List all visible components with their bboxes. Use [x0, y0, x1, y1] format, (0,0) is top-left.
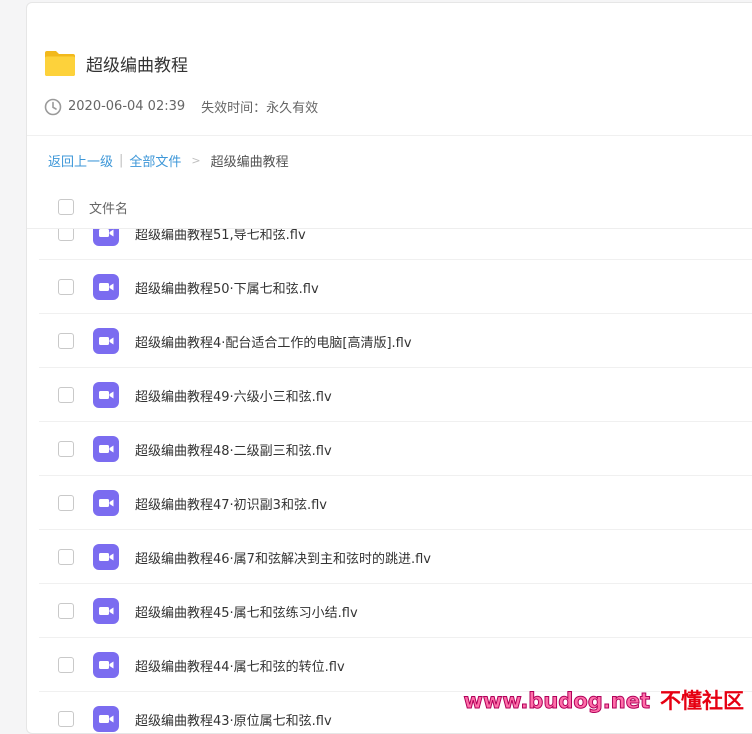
all-files-link[interactable]: 全部文件: [129, 151, 181, 170]
file-row[interactable]: 超级编曲教程51,导七和弦.flv: [27, 229, 752, 260]
page-title: 超级编曲教程: [86, 51, 188, 76]
video-file-icon: [93, 328, 119, 354]
breadcrumb-separator: |: [119, 153, 123, 168]
row-checkbox[interactable]: [58, 229, 74, 241]
file-name[interactable]: 超级编曲教程51,导七和弦.flv: [135, 229, 306, 243]
file-row[interactable]: 超级编曲教程48·二级副三和弦.flv: [27, 422, 752, 476]
video-file-icon: [93, 706, 119, 732]
share-panel: 超级编曲教程 2020-06-04 02:39 失效时间：永久有效 返回上一级 …: [26, 2, 752, 734]
row-checkbox[interactable]: [58, 441, 74, 457]
row-checkbox[interactable]: [58, 549, 74, 565]
file-name[interactable]: 超级编曲教程46·属7和弦解决到主和弦时的跳进.flv: [135, 548, 431, 567]
row-checkbox[interactable]: [58, 495, 74, 511]
row-checkbox[interactable]: [58, 603, 74, 619]
file-row[interactable]: 超级编曲教程50·下属七和弦.flv: [27, 260, 752, 314]
video-file-icon: [93, 229, 119, 246]
row-checkbox[interactable]: [58, 333, 74, 349]
file-row[interactable]: 超级编曲教程4·配台适合工作的电脑[高清版].flv: [27, 314, 752, 368]
file-row[interactable]: 超级编曲教程45·属七和弦练习小结.flv: [27, 584, 752, 638]
file-list[interactable]: 超级编曲教程51,导七和弦.flv 超级编曲教程50·下属七和弦.flv 超级编曲教…: [27, 229, 752, 734]
file-row[interactable]: 超级编曲教程46·属7和弦解决到主和弦时的跳进.flv: [27, 530, 752, 584]
video-file-icon: [93, 598, 119, 624]
header-divider: [27, 135, 752, 136]
select-all-checkbox[interactable]: [58, 199, 74, 215]
video-file-icon: [93, 436, 119, 462]
chevron-right-icon: >: [191, 154, 200, 167]
row-checkbox[interactable]: [58, 279, 74, 295]
video-file-icon: [93, 490, 119, 516]
created-time: 2020-06-04 02:39: [68, 99, 185, 114]
row-checkbox[interactable]: [58, 657, 74, 673]
file-list-header: 文件名: [27, 184, 752, 229]
row-checkbox[interactable]: [58, 387, 74, 403]
folder-header: 超级编曲教程: [44, 47, 188, 79]
file-name[interactable]: 超级编曲教程44·属七和弦的转位.flv: [135, 656, 345, 675]
file-list-content: 超级编曲教程51,导七和弦.flv 超级编曲教程50·下属七和弦.flv 超级编曲教…: [27, 229, 752, 734]
file-name[interactable]: 超级编曲教程45·属七和弦练习小结.flv: [135, 602, 358, 621]
file-name[interactable]: 超级编曲教程48·二级副三和弦.flv: [135, 440, 332, 459]
breadcrumb: 返回上一级 | 全部文件 > 超级编曲教程: [48, 151, 289, 170]
breadcrumb-current: 超级编曲教程: [211, 151, 289, 170]
file-row[interactable]: 超级编曲教程43·原位属七和弦.flv: [27, 692, 752, 734]
expire-time: 失效时间：永久有效: [201, 97, 318, 116]
file-name[interactable]: 超级编曲教程50·下属七和弦.flv: [135, 278, 319, 297]
file-name[interactable]: 超级编曲教程47·初识副3和弦.flv: [135, 494, 327, 513]
file-name[interactable]: 超级编曲教程43·原位属七和弦.flv: [135, 710, 332, 729]
video-file-icon: [93, 544, 119, 570]
clock-icon: [44, 98, 62, 116]
column-header-filename[interactable]: 文件名: [89, 198, 128, 217]
back-link[interactable]: 返回上一级: [48, 151, 113, 170]
video-file-icon: [93, 382, 119, 408]
row-checkbox[interactable]: [58, 711, 74, 727]
share-meta: 2020-06-04 02:39 失效时间：永久有效: [44, 97, 318, 116]
file-row[interactable]: 超级编曲教程47·初识副3和弦.flv: [27, 476, 752, 530]
file-row[interactable]: 超级编曲教程49·六级小三和弦.flv: [27, 368, 752, 422]
file-name[interactable]: 超级编曲教程49·六级小三和弦.flv: [135, 386, 332, 405]
file-name[interactable]: 超级编曲教程4·配台适合工作的电脑[高清版].flv: [135, 332, 412, 351]
file-row[interactable]: 超级编曲教程44·属七和弦的转位.flv: [27, 638, 752, 692]
video-file-icon: [93, 274, 119, 300]
folder-icon: [44, 49, 76, 77]
video-file-icon: [93, 652, 119, 678]
